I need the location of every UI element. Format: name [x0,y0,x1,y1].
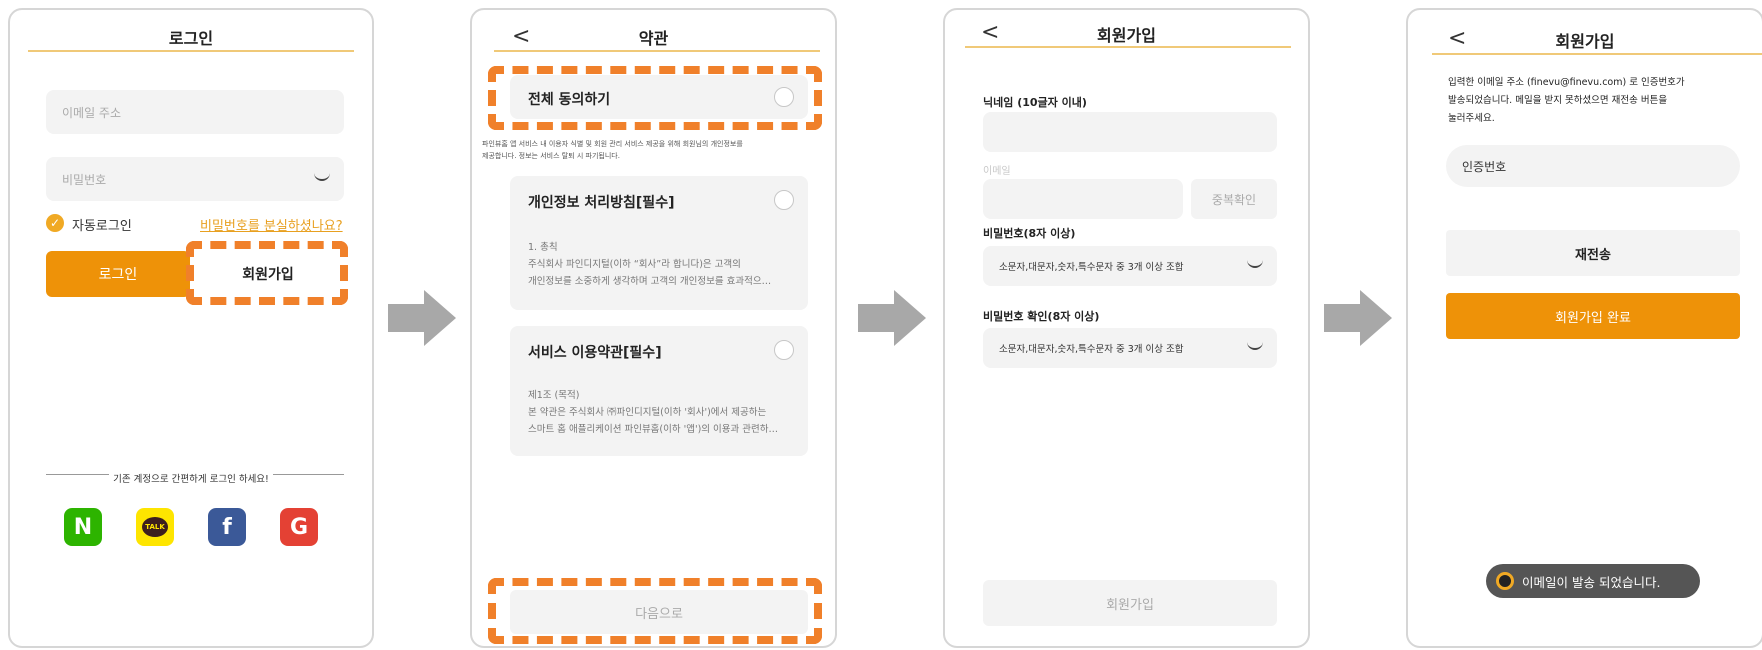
page-title: 로그인 [168,29,214,48]
social-divider-text: 기존 계정으로 간편하게 로그인 하세요! [109,474,273,485]
message-line3: 눌러주세요. [1448,113,1495,124]
header-divider [965,46,1291,48]
code-placeholder: 인증번호 [1462,159,1507,174]
confirm-password-field[interactable]: 소문자,대문자,숫자,특수문자 중 3개 이상 조합 [983,328,1277,368]
privacy-text-line2: 주식회사 파인디지털(이하 “회사”라 합니다)은 고객의 [528,259,741,270]
verification-message: 입력한 이메일 주소 (finevu@finevu.com) 로 인증번호가 발… [1448,74,1685,128]
header-divider [28,50,354,52]
message-line1: 입력한 이메일 주소 (finevu@finevu.com) 로 인증번호가 [1448,77,1685,88]
eye-closed-icon[interactable] [1247,342,1263,350]
next-button-highlight [488,578,822,644]
naver-login-icon[interactable]: N [64,508,102,546]
kakao-login-icon[interactable]: TALK [136,508,174,546]
password-placeholder: 소문자,대문자,숫자,특수문자 중 3개 이상 조합 [999,262,1184,273]
terms-check-icon[interactable] [774,340,794,360]
terms-of-service-card[interactable]: 서비스 이용약관[필수] 제1조 (목적) 본 약관은 주식회사 ㈜파인디지털(… [510,326,808,456]
terms-text-line2: 본 약관은 주식회사 ㈜파인디지털(이하 '회사')에서 제공하는 [528,407,767,418]
complete-signup-button[interactable]: 회원가입 완료 [1446,293,1740,339]
message-line2: 발송되었습니다. 메일을 받지 못하셨으면 재전송 버튼을 [1448,95,1668,106]
intro-text-line2: 제공합니다. 정보는 서비스 탈퇴 시 파기됩니다. [482,152,620,160]
email-field[interactable]: 이메일 주소 [46,90,344,134]
forgot-password-link[interactable]: 비밀번호를 분실하셨나요? [200,215,343,234]
confirm-password-label: 비밀번호 확인(8자 이상) [983,310,1100,323]
facebook-letter: f [222,514,232,540]
terms-screen: < 약관 전체 동의하기 파인뷰홈 앱 서비스 내 이용자 식별 및 회원 관리… [470,8,837,648]
email-placeholder: 이메일 주소 [62,105,122,120]
privacy-text-line1: 1. 총칙 [528,242,558,253]
toast-message: 이메일이 발송 되었습니다. [1522,574,1661,590]
toast-notification: 이메일이 발송 되었습니다. [1486,564,1700,598]
naver-letter: N [73,514,93,540]
verification-code-field[interactable]: 인증번호 [1446,145,1740,187]
email-label: 이메일 [983,166,1011,177]
password-field[interactable]: 소문자,대문자,숫자,특수문자 중 3개 이상 조합 [983,246,1277,286]
google-letter: G [289,514,309,540]
signup-button[interactable]: 회원가입 [983,580,1277,626]
verification-screen: < 회원가입 입력한 이메일 주소 (finevu@finevu.com) 로 … [1406,8,1762,648]
resend-button[interactable]: 재전송 [1446,230,1740,276]
auto-login-check-icon[interactable]: ✓ [46,214,64,232]
password-placeholder: 비밀번호 [62,172,107,187]
facebook-login-icon[interactable]: f [208,508,246,546]
duplicate-check-button[interactable]: 중복확인 [1191,179,1277,219]
login-button[interactable]: 로그인 [46,251,190,297]
email-field[interactable] [983,179,1183,219]
arrow-right-icon [1324,290,1392,346]
arrow-right-icon [388,290,456,346]
auto-login-label[interactable]: 자동로그인 [72,215,132,234]
password-label: 비밀번호(8자 이상) [983,227,1076,240]
eye-closed-icon[interactable] [1247,260,1263,268]
social-divider: 기존 계정으로 간편하게 로그인 하세요! [10,467,372,486]
terms-of-service-title: 서비스 이용약관[필수] [528,345,662,361]
confirm-password-placeholder: 소문자,대문자,숫자,특수문자 중 3개 이상 조합 [999,344,1184,355]
login-screen: 로그인 이메일 주소 비밀번호 ✓ 자동로그인 비밀번호를 분실하셨나요? 로그… [8,8,374,648]
page-title: 회원가입 [1555,32,1615,51]
header-divider [1432,53,1762,55]
terms-text-line3: 스마트 홈 애플리케이션 파인뷰홈(이하 '앱')의 이용과 관련하… [528,424,779,435]
agree-all-highlight [488,66,822,130]
header-divider [494,50,820,52]
privacy-policy-title: 개인정보 처리방침[필수] [528,195,675,211]
kakao-letter: TALK [142,517,168,537]
nickname-label: 닉네임 (10글자 이내) [983,96,1087,109]
arrow-right-icon [858,290,926,346]
toast-status-icon [1496,572,1514,590]
privacy-text-line3: 개인정보를 소중하게 생각하며 고객의 개인정보를 효과적으… [528,276,772,287]
privacy-policy-card[interactable]: 개인정보 처리방침[필수] 1. 총칙 주식회사 파인디지털(이하 “회사”라 … [510,176,808,310]
page-title: 약관 [638,29,669,48]
signup-screen: < 회원가입 닉네임 (10글자 이내) 이메일 중복확인 비밀번호(8자 이상… [943,8,1310,648]
page-title: 회원가입 [1097,26,1156,45]
nickname-field[interactable] [983,112,1277,152]
intro-text-line1: 파인뷰홈 앱 서비스 내 이용자 식별 및 회원 관리 서비스 제공을 위해 회… [482,140,743,148]
google-login-icon[interactable]: G [280,508,318,546]
privacy-check-icon[interactable] [774,190,794,210]
terms-text-line1: 제1조 (목적) [528,390,580,401]
password-field[interactable]: 비밀번호 [46,157,344,201]
signup-highlight [186,241,348,305]
eye-closed-icon[interactable] [314,173,330,181]
